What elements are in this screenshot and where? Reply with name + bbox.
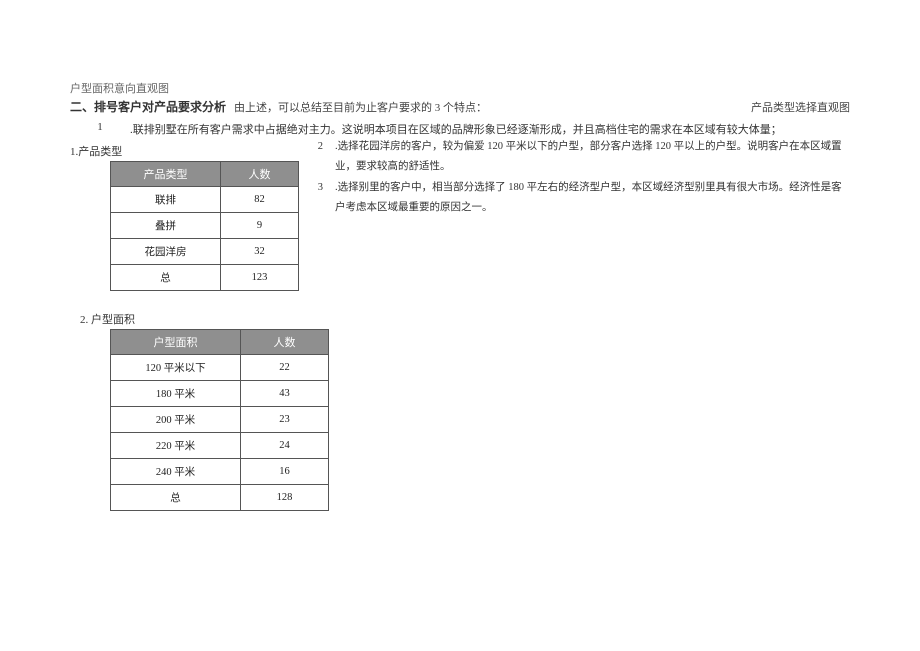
table-row: 180 平米 43	[111, 381, 329, 407]
table-row: 200 平米 23	[111, 407, 329, 433]
table-row: 240 平米 16	[111, 459, 329, 485]
header-row: 二、排号客户对产品要求分析 由上述，可以总结至目前为止客户要求的 3 个特点： …	[70, 98, 850, 115]
table-row: 总 123	[111, 265, 299, 291]
table-row: 220 平米 24	[111, 433, 329, 459]
table-row: 总 128	[111, 485, 329, 511]
right-column: 2 .选择花园洋房的客户，较为偏爱 120 平米以下的户型，部分客户选择 120…	[299, 137, 850, 305]
product-type-table: 产品类型 人数 联排 82 叠拼 9 花园洋房 32 总	[110, 161, 299, 291]
right-label: 产品类型选择直观图	[751, 99, 850, 115]
content-area: 1.产品类型 产品类型 人数 联排 82 叠拼 9 花园洋房	[70, 137, 850, 305]
point-text-3: .选择别里的客户中，相当部分选择了 180 平左右的经济型户型，本区域经济型别里…	[335, 178, 850, 218]
t2-header-0: 户型面积	[111, 330, 241, 355]
table-row: 叠拼 9	[111, 213, 299, 239]
row-point-3: 3 .选择别里的客户中，相当部分选择了 180 平左右的经济型户型，本区域经济型…	[301, 178, 850, 218]
point-num-3: 3	[301, 178, 335, 198]
area-table: 户型面积 人数 120 平米以下 22 180 平米 43 200 平米 23 …	[110, 329, 329, 511]
table-row: 120 平米以下 22	[111, 355, 329, 381]
section-header: 二、排号客户对产品要求分析	[70, 98, 226, 115]
point-num-2: 2	[301, 137, 335, 157]
sub2-label: 2. 户型面积	[80, 311, 850, 327]
point-num-1: 1	[70, 121, 130, 133]
row-point-1: 1 .联排别墅在所有客户需求中占据绝对主力。这说明本项目在区域的品牌形象已经逐渐…	[70, 121, 850, 137]
row-point-2: 2 .选择花园洋房的客户，较为偏爱 120 平米以下的户型，部分客户选择 120…	[301, 137, 850, 177]
point-text-1: .联排别墅在所有客户需求中占据绝对主力。这说明本项目在区域的品牌形象已经逐渐形成…	[130, 121, 850, 137]
t1-header-0: 产品类型	[111, 162, 221, 187]
table-row: 花园洋房 32	[111, 239, 299, 265]
intro-text: 由上述，可以总结至目前为止客户要求的 3 个特点：	[234, 99, 487, 115]
left-column: 1.产品类型 产品类型 人数 联排 82 叠拼 9 花园洋房	[70, 137, 299, 305]
t2-header-1: 人数	[241, 330, 329, 355]
point-text-2: .选择花园洋房的客户，较为偏爱 120 平米以下的户型，部分客户选择 120 平…	[335, 137, 850, 177]
t1-header-1: 人数	[221, 162, 299, 187]
title-line: 户型面积意向直观图	[70, 80, 850, 96]
table-row: 联排 82	[111, 187, 299, 213]
sub1-label: 1.产品类型	[70, 143, 122, 159]
